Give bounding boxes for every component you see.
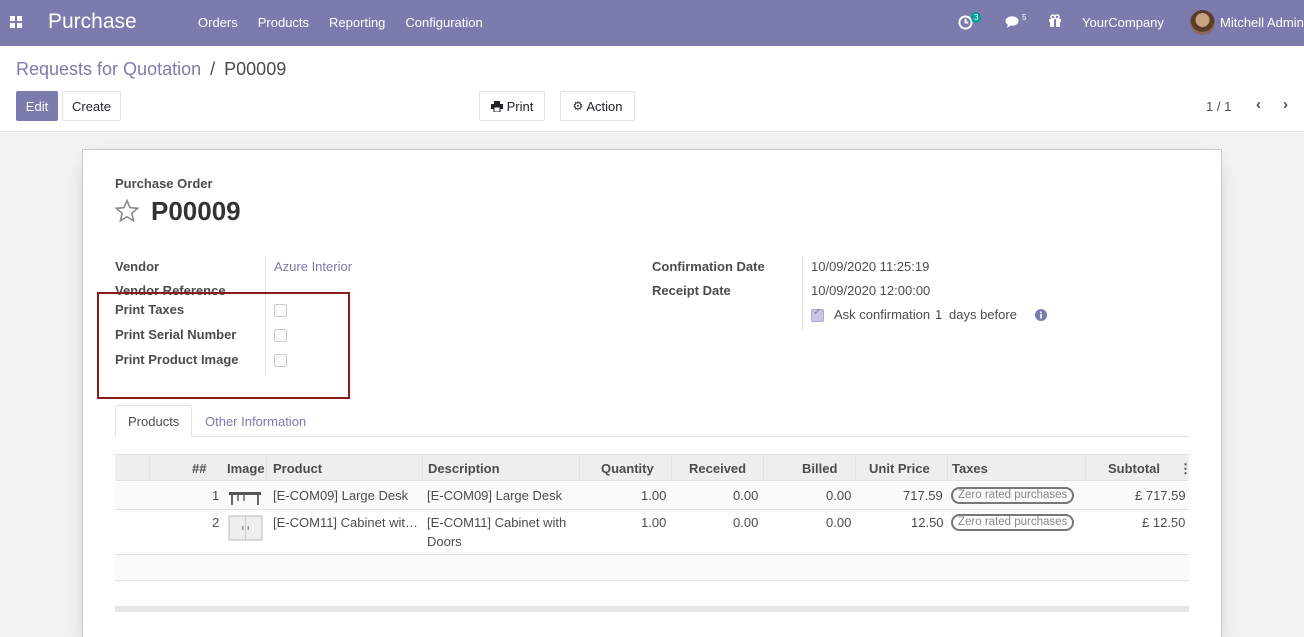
confirmation-date-value[interactable]: 10/09/2020 11:25:19	[811, 259, 929, 274]
breadcrumb-separator: /	[210, 59, 216, 79]
ask-confirmation-label: Ask confirmation	[834, 307, 931, 322]
row-quantity: 1.00	[641, 515, 667, 530]
row-quantity: 1.00	[641, 488, 667, 503]
column-header-image[interactable]: Image	[227, 461, 265, 476]
column-header-quantity[interactable]: Quantity	[601, 461, 654, 476]
menu-orders[interactable]: Orders	[198, 15, 238, 30]
pager-previous-icon[interactable]: ‹	[1256, 96, 1261, 113]
messages-count-badge: 5	[1022, 13, 1027, 22]
breadcrumb: Requests for Quotation / P00009	[16, 59, 286, 80]
row-received: 0.00	[733, 488, 759, 503]
action-button[interactable]: ⚙ Action	[560, 91, 635, 121]
action-label: Action	[586, 98, 623, 114]
column-separator	[763, 455, 764, 480]
row-product: [E-COM09] Large Desk	[273, 488, 409, 503]
control-panel: Requests for Quotation / P00009 Edit Cre…	[0, 46, 1304, 132]
row-unit-price: 12.50	[911, 515, 944, 530]
menu-configuration[interactable]: Configuration	[405, 15, 482, 30]
table-row[interactable]: 2 [E-COM11] Cabinet wit… [E-COM11] Cabin…	[115, 510, 1189, 555]
order-lines-header: ## Image Product Description Quantity Re…	[115, 454, 1192, 481]
user-avatar[interactable]	[1190, 10, 1215, 35]
tab-products[interactable]: Products	[115, 405, 193, 437]
apps-menu-icon[interactable]	[10, 16, 22, 28]
pager-next-icon[interactable]: ›	[1283, 96, 1288, 113]
table-footer	[115, 606, 1189, 612]
ask-confirmation-days-input[interactable]: 1	[935, 307, 942, 322]
tab-other-information[interactable]: Other Information	[193, 405, 318, 437]
confirmation-date-label: Confirmation Date	[652, 259, 765, 274]
row-billed: 0.00	[826, 515, 852, 530]
order-name: P00009	[151, 196, 241, 226]
column-separator	[671, 455, 672, 480]
column-separator	[422, 455, 423, 480]
cabinet-image	[228, 515, 263, 541]
row-description: [E-COM11] Cabinet with	[427, 515, 567, 530]
column-header-product[interactable]: Product	[273, 461, 322, 476]
column-header-sequence[interactable]: ##	[192, 461, 206, 476]
menu-reporting[interactable]: Reporting	[329, 15, 385, 30]
app-name[interactable]: Purchase	[48, 10, 137, 34]
breadcrumb-parent[interactable]: Requests for Quotation	[16, 59, 201, 79]
receipt-date-value[interactable]: 10/09/2020 12:00:00	[811, 283, 930, 298]
info-icon[interactable]	[1035, 309, 1047, 321]
main-menu: Orders Products Reporting Configuration	[198, 15, 503, 30]
column-separator	[947, 455, 948, 480]
breadcrumb-current: P00009	[224, 59, 287, 79]
large-desk-image	[229, 492, 261, 505]
column-separator	[266, 455, 267, 480]
document-type-label: Purchase Order	[115, 176, 213, 191]
company-switcher[interactable]: YourCompany	[1082, 15, 1164, 30]
row-subtotal: £ 12.50	[1142, 515, 1186, 530]
column-header-billed[interactable]: Billed	[802, 461, 837, 476]
top-navbar: Purchase Orders Products Reporting Confi…	[0, 0, 1304, 46]
empty-row	[115, 555, 1189, 581]
column-separator	[579, 455, 580, 480]
vendor-label: Vendor	[115, 259, 160, 274]
activity-count-badge: 3	[971, 12, 982, 23]
ask-confirmation-checkbox[interactable]	[811, 307, 824, 322]
edit-button[interactable]: Edit	[16, 91, 58, 121]
table-row[interactable]: 1 [E-COM09] Large Desk [E-COM09] Large D…	[115, 482, 1189, 510]
column-header-description[interactable]: Description	[428, 461, 500, 476]
optional-columns-kebab-icon[interactable]: ⋮	[1179, 461, 1192, 477]
right-group-divider	[802, 256, 803, 330]
user-menu[interactable]: Mitchell Admin	[1220, 15, 1304, 30]
print-icon	[490, 100, 503, 112]
column-separator	[855, 455, 856, 480]
notebook-tabs: Products Other Information	[115, 405, 1189, 437]
print-button[interactable]: Print	[479, 91, 545, 121]
gift-icon[interactable]	[1048, 14, 1062, 28]
receipt-date-label: Receipt Date	[652, 283, 731, 298]
gear-icon: ⚙	[572, 99, 584, 113]
pager-value[interactable]: 1 / 1	[1206, 99, 1231, 114]
print-label: Print	[506, 98, 534, 114]
row-unit-price: 717.59	[903, 488, 943, 503]
row-sequence: 2	[212, 515, 220, 530]
star-icon[interactable]	[114, 199, 140, 223]
column-header-taxes[interactable]: Taxes	[952, 461, 988, 476]
tax-tag: Zero rated purchases	[951, 514, 1075, 531]
vendor-field[interactable]: Azure Interior	[274, 259, 352, 274]
column-header-subtotal[interactable]: Subtotal	[1108, 461, 1160, 476]
create-button[interactable]: Create	[62, 91, 121, 121]
row-received: 0.00	[733, 515, 759, 530]
ask-confirmation-suffix: days before	[949, 307, 1017, 322]
row-description-line2: Doors	[427, 534, 462, 549]
row-sequence: 1	[212, 488, 220, 503]
column-header-received[interactable]: Received	[689, 461, 746, 476]
menu-products[interactable]: Products	[258, 15, 309, 30]
column-separator	[1085, 455, 1086, 480]
column-separator	[149, 455, 150, 480]
row-subtotal: £ 717.59	[1135, 488, 1186, 503]
row-product: [E-COM11] Cabinet wit…	[273, 515, 418, 530]
row-billed: 0.00	[826, 488, 852, 503]
tax-tag: Zero rated purchases	[951, 487, 1075, 504]
row-description: [E-COM09] Large Desk	[427, 488, 563, 503]
highlight-box	[97, 292, 350, 399]
column-header-unit-price[interactable]: Unit Price	[869, 461, 930, 476]
